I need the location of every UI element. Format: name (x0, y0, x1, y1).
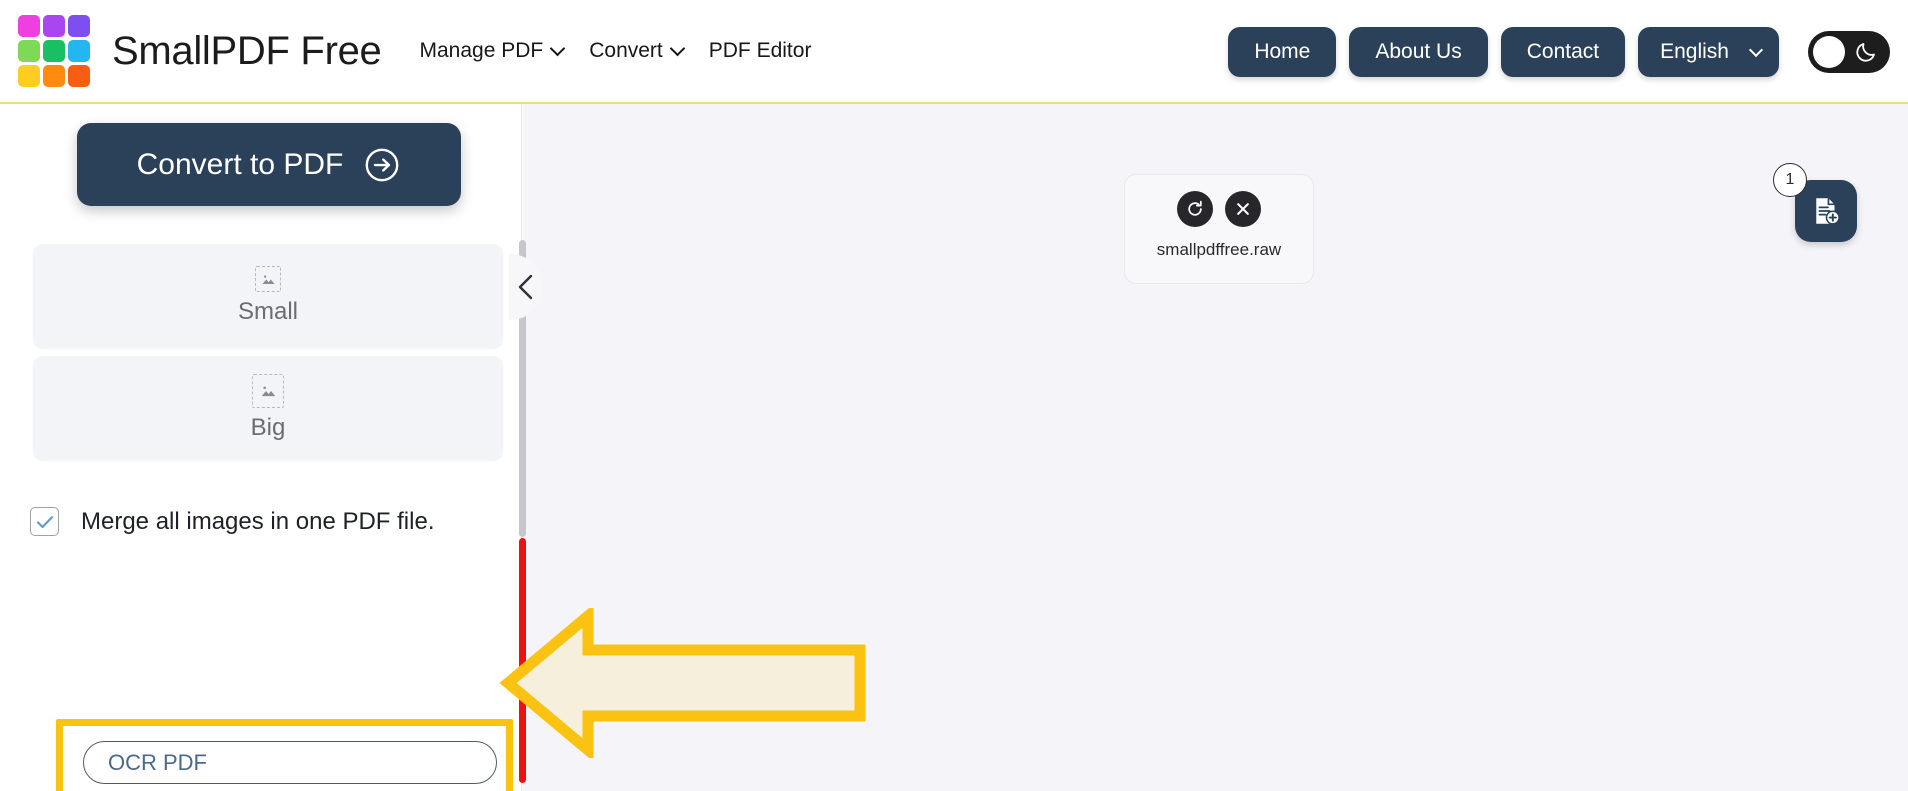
options-sidebar: Convert to PDF Small Big Merge all image… (0, 104, 543, 791)
rotate-icon[interactable] (1177, 191, 1213, 227)
size-option-big[interactable]: Big (33, 356, 503, 460)
brand-title: SmallPDF Free (112, 28, 382, 73)
convert-to-pdf-button[interactable]: Convert to PDF (77, 123, 461, 206)
logo-cell (18, 15, 40, 37)
file-action-group (1177, 191, 1261, 227)
convert-button-label: Convert to PDF (136, 147, 344, 181)
rotate-glyph-icon (1188, 200, 1202, 216)
language-value: English (1660, 40, 1729, 63)
main-navigation: Manage PDF Convert PDF Editor (419, 39, 811, 63)
logo-cell (43, 40, 65, 62)
logo-cell (43, 15, 65, 37)
nav-label: PDF Editor (708, 39, 812, 62)
nav-label: Manage PDF (419, 39, 544, 62)
size-option-label: Small (237, 298, 298, 325)
chevron-down-icon (669, 40, 686, 57)
document-add-icon (1816, 198, 1840, 225)
left-pointing-arrow-annotation (500, 608, 866, 758)
logo-icon (18, 15, 90, 87)
header-actions: Home About Us Contact English (1228, 0, 1890, 104)
nav-item-manage-pdf[interactable]: Manage PDF (419, 39, 566, 63)
nav-item-pdf-editor[interactable]: PDF Editor (709, 39, 812, 63)
merge-images-label: Merge all images in one PDF file. (81, 507, 435, 535)
merge-images-checkbox[interactable] (30, 507, 59, 536)
file-name-label: smallpdffree.raw (1156, 240, 1282, 259)
dark-mode-toggle[interactable] (1808, 31, 1890, 73)
toggle-knob (1813, 36, 1845, 68)
chevron-left-icon (518, 274, 533, 300)
arrow-right-circle-icon (365, 148, 399, 181)
chevron-down-icon (549, 40, 566, 57)
merge-images-checkbox-row[interactable]: Merge all images in one PDF file. (30, 507, 434, 536)
logo-cell (68, 65, 90, 87)
logo-cell (68, 40, 90, 62)
logo-cell (43, 65, 65, 87)
nav-label: Convert (589, 39, 663, 62)
uploaded-file-card[interactable]: smallpdffree.raw (1124, 174, 1314, 284)
contact-button[interactable]: Contact (1500, 27, 1626, 77)
broken-image-icon (252, 374, 284, 408)
logo-cell (18, 65, 40, 87)
app-root: SmallPDF Free Manage PDF Convert PDF Edi… (0, 0, 1908, 791)
language-selector[interactable]: English (1638, 27, 1779, 77)
ocr-pdf-label: OCR PDF (108, 749, 207, 775)
logo-cell (68, 15, 90, 37)
nav-item-convert[interactable]: Convert (589, 39, 686, 63)
site-header: SmallPDF Free Manage PDF Convert PDF Edi… (0, 0, 1908, 104)
document-count-badge: 1 (1773, 163, 1807, 197)
size-option-label: Big (250, 414, 286, 441)
image-glyph-icon (261, 386, 275, 397)
add-document-button[interactable] (1795, 180, 1857, 242)
ocr-pdf-option[interactable]: OCR PDF (83, 741, 497, 784)
moon-icon (1856, 43, 1875, 62)
close-icon[interactable] (1225, 191, 1261, 227)
size-option-small[interactable]: Small (33, 244, 503, 348)
image-glyph-icon (262, 275, 274, 284)
close-glyph-icon (1237, 203, 1249, 215)
home-button[interactable]: Home (1228, 27, 1337, 77)
about-us-button[interactable]: About Us (1349, 27, 1488, 77)
brand[interactable]: SmallPDF Free (18, 15, 382, 87)
logo-cell (18, 40, 40, 62)
check-icon (36, 515, 53, 528)
broken-image-icon (255, 266, 281, 292)
chevron-down-icon (1748, 42, 1764, 58)
